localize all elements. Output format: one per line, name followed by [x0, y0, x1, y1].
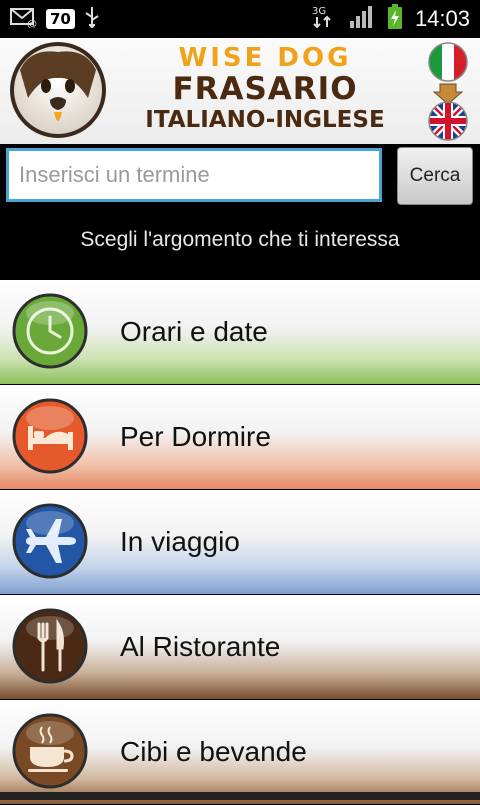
- fork-knife-icon: [12, 608, 88, 684]
- list-bottom-edge: [0, 792, 480, 800]
- category-per-dormire[interactable]: Per Dormire: [0, 385, 480, 489]
- clock-icon: [12, 293, 88, 369]
- signal-strength-icon: [349, 5, 375, 33]
- swap-arrow-icon: [432, 83, 464, 105]
- status-clock: 14:03: [414, 6, 470, 31]
- airplane-icon: [12, 503, 88, 579]
- search-button[interactable]: Cerca: [397, 147, 473, 205]
- category-orari-e-date[interactable]: Orari e date: [0, 280, 480, 384]
- battery-charging-icon: [387, 4, 403, 34]
- svg-text:@: @: [27, 19, 37, 28]
- search-bar: Cerca: [0, 144, 480, 212]
- language-switch-button[interactable]: [424, 42, 472, 142]
- bed-icon: [12, 398, 88, 474]
- svg-text:3G: 3G: [312, 6, 326, 17]
- brand-title: WISE DOG FRASARIO ITALIANO-INGLESE: [112, 44, 418, 134]
- status-bar: @ 70 3G 14:03: [0, 0, 480, 38]
- topic-prompt: Scegli l'argomento che ti interessa: [80, 228, 400, 251]
- coffee-cup-icon: [12, 713, 88, 789]
- category-label: In viaggio: [120, 526, 240, 557]
- usb-icon: [83, 5, 101, 33]
- category-label: Cibi e bevande: [120, 736, 307, 767]
- category-label: Per Dormire: [120, 421, 271, 452]
- category-al-ristorante[interactable]: Al Ristorante: [0, 595, 480, 699]
- category-label: Al Ristorante: [120, 631, 281, 662]
- category-in-viaggio[interactable]: In viaggio: [0, 490, 480, 594]
- battery-level-badge: 70: [46, 9, 75, 29]
- brand-line-2: FRASARIO: [172, 71, 358, 107]
- search-input[interactable]: [6, 148, 382, 202]
- category-label: Orari e date: [120, 316, 268, 347]
- category-list: Orari e date Per Dormire In viaggio Al R…: [0, 280, 480, 805]
- app-header: WISE DOG FRASARIO ITALIANO-INGLESE: [0, 38, 480, 144]
- mail-notification-icon: @: [10, 6, 38, 32]
- wise-dog-logo: [10, 42, 106, 138]
- brand-line-1: WISE DOG: [178, 43, 352, 73]
- category-cibi-e-bevande[interactable]: Cibi e bevande: [0, 700, 480, 804]
- data-3g-icon: 3G: [311, 3, 337, 35]
- brand-line-3: ITALIANO-INGLESE: [145, 107, 385, 133]
